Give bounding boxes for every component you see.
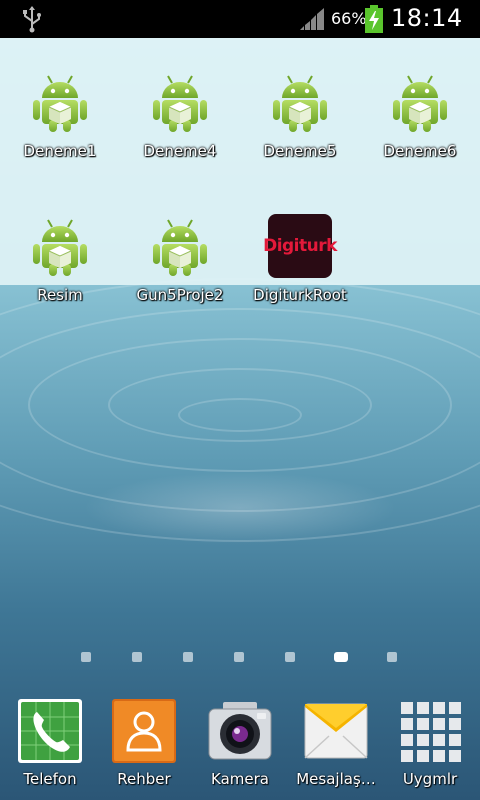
- app-deneme4[interactable]: Deneme4: [120, 70, 240, 160]
- dock-uygulamalar[interactable]: Uygmlr: [382, 698, 478, 788]
- dock-label: Telefon: [23, 770, 77, 788]
- page-dot[interactable]: [285, 652, 295, 662]
- android-icon: [28, 214, 92, 278]
- android-icon: [28, 70, 92, 134]
- dock-telefon[interactable]: Telefon: [2, 698, 98, 788]
- page-dot[interactable]: [81, 652, 91, 662]
- app-deneme5[interactable]: Deneme5: [240, 70, 360, 160]
- battery-percent: 66%: [331, 9, 367, 28]
- dock-label: Mesajlaş…: [296, 770, 376, 788]
- messages-icon: [304, 703, 368, 759]
- android-icon: [388, 70, 452, 134]
- app-label: Gun5Proje2: [136, 286, 224, 304]
- dock-label: Uygmlr: [402, 770, 458, 788]
- usb-icon: [23, 6, 41, 33]
- dock-kamera[interactable]: Kamera: [192, 698, 288, 788]
- app-deneme6[interactable]: Deneme6: [360, 70, 480, 160]
- app-label: Deneme4: [143, 142, 217, 160]
- android-icon: [148, 70, 212, 134]
- dock-label: Kamera: [211, 770, 269, 788]
- android-icon: [148, 214, 212, 278]
- dock-label: Rehber: [117, 770, 171, 788]
- page-dot[interactable]: [132, 652, 142, 662]
- status-bar: 66% 18:14: [0, 0, 480, 38]
- dock-mesajlar[interactable]: Mesajlaş…: [288, 698, 384, 788]
- camera-icon: [208, 702, 272, 760]
- digiturk-logo-text: Digiturk: [263, 236, 337, 256]
- page-indicator: [0, 650, 480, 666]
- battery-charging-icon: [365, 5, 383, 33]
- dock-rehber[interactable]: Rehber: [96, 698, 192, 788]
- contacts-icon: [112, 699, 176, 763]
- page-dot[interactable]: [183, 652, 193, 662]
- signal-icon: [300, 8, 324, 30]
- app-label: Resim: [37, 286, 83, 304]
- apps-grid-icon: [401, 702, 461, 762]
- page-dot-active[interactable]: [334, 652, 348, 662]
- app-label: Deneme5: [263, 142, 337, 160]
- app-digiturkroot[interactable]: Digiturk DigiturkRoot: [240, 214, 360, 304]
- dock: Telefon Rehber Kamera Mesajlaş… Uygmlr: [0, 690, 480, 800]
- app-label: DigiturkRoot: [253, 286, 347, 304]
- app-label: Deneme6: [383, 142, 457, 160]
- app-gun5proje2[interactable]: Gun5Proje2: [120, 214, 240, 304]
- ripple: [0, 278, 480, 542]
- page-dot[interactable]: [234, 652, 244, 662]
- digiturk-icon: Digiturk: [263, 214, 337, 278]
- page-dot[interactable]: [387, 652, 397, 662]
- app-deneme1[interactable]: Deneme1: [0, 70, 120, 160]
- app-resim[interactable]: Resim: [0, 214, 120, 304]
- app-label: Deneme1: [23, 142, 97, 160]
- android-icon: [268, 70, 332, 134]
- phone-icon: [18, 699, 82, 763]
- clock: 18:14: [391, 4, 463, 32]
